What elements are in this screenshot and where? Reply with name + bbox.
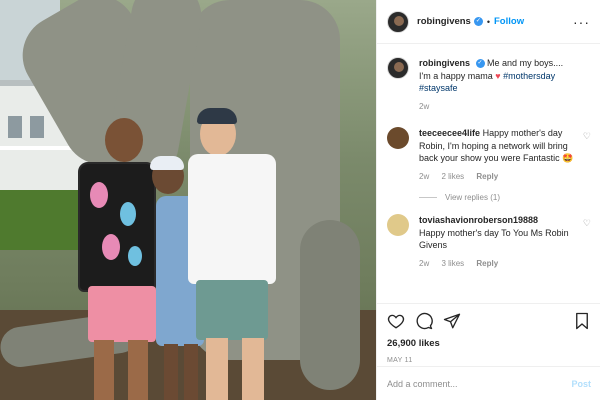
- photo-window: [8, 116, 22, 138]
- caption-age: 2w: [419, 101, 430, 111]
- view-replies-button[interactable]: View replies (1): [419, 193, 591, 202]
- avatar[interactable]: [387, 57, 409, 79]
- commenter-avatar[interactable]: [387, 127, 409, 149]
- follow-button[interactable]: Follow: [494, 16, 524, 27]
- comment-item: teeceecee4life Happy mother's day Robin,…: [387, 127, 591, 183]
- comment-text: Happy mother's day To You Ms Robin Given…: [419, 227, 569, 251]
- comment-age: 2w: [419, 171, 430, 181]
- post-username[interactable]: robingivens: [417, 16, 471, 27]
- save-bookmark-icon[interactable]: [573, 312, 591, 330]
- share-icon[interactable]: [443, 312, 461, 330]
- view-replies-label: View replies (1): [445, 193, 500, 202]
- separator-dot: •: [486, 16, 490, 27]
- comment-icon[interactable]: [415, 312, 433, 330]
- hashtag-link[interactable]: #staysafe: [419, 83, 458, 93]
- comment-username[interactable]: teeceecee4life: [419, 128, 480, 138]
- reply-button[interactable]: Reply: [476, 172, 498, 181]
- comment-age: 2w: [419, 258, 430, 268]
- caption: robingivens ✓ Me and my boys.... I'm a h…: [387, 57, 591, 113]
- post-header: robingivens ✓ • Follow ···: [377, 0, 600, 44]
- post-actions: 26,900 likes MAY 11: [377, 303, 600, 364]
- caption-username[interactable]: robingivens: [419, 58, 470, 68]
- divider-line: [419, 197, 437, 198]
- post-comment-button[interactable]: Post: [571, 379, 591, 389]
- reply-button[interactable]: Reply: [476, 259, 498, 268]
- tree-root: [300, 220, 360, 390]
- like-heart-icon[interactable]: [387, 312, 405, 330]
- avatar[interactable]: [387, 10, 409, 33]
- commenter-avatar[interactable]: [387, 214, 409, 236]
- comment-like-heart-icon[interactable]: ♡: [583, 218, 591, 229]
- post-photo: [0, 0, 376, 400]
- add-comment-bar: Post: [377, 366, 600, 400]
- comment-like-heart-icon[interactable]: ♡: [583, 131, 591, 142]
- verified-badge-icon: ✓: [473, 17, 483, 26]
- comment-likes[interactable]: 3 likes: [441, 259, 464, 268]
- like-count[interactable]: 26,900 likes: [387, 338, 591, 349]
- post-date: MAY 11: [387, 357, 413, 364]
- post-side-panel: robingivens ✓ • Follow ··· robingivens ✓…: [376, 0, 600, 400]
- comments-list[interactable]: robingivens ✓ Me and my boys.... I'm a h…: [377, 45, 600, 303]
- comment-likes[interactable]: 2 likes: [441, 172, 464, 181]
- comment-item: toviashavionroberson19888 Happy mother's…: [387, 214, 591, 270]
- hashtag-link[interactable]: #mothersday: [503, 71, 555, 81]
- comment-username[interactable]: toviashavionroberson19888: [419, 215, 538, 225]
- heart-emoji-icon: ♥: [495, 70, 501, 81]
- more-options-icon[interactable]: ···: [573, 14, 590, 30]
- photo-window: [30, 116, 44, 138]
- add-comment-input[interactable]: [387, 378, 572, 389]
- verified-badge-icon: ✓: [475, 59, 485, 69]
